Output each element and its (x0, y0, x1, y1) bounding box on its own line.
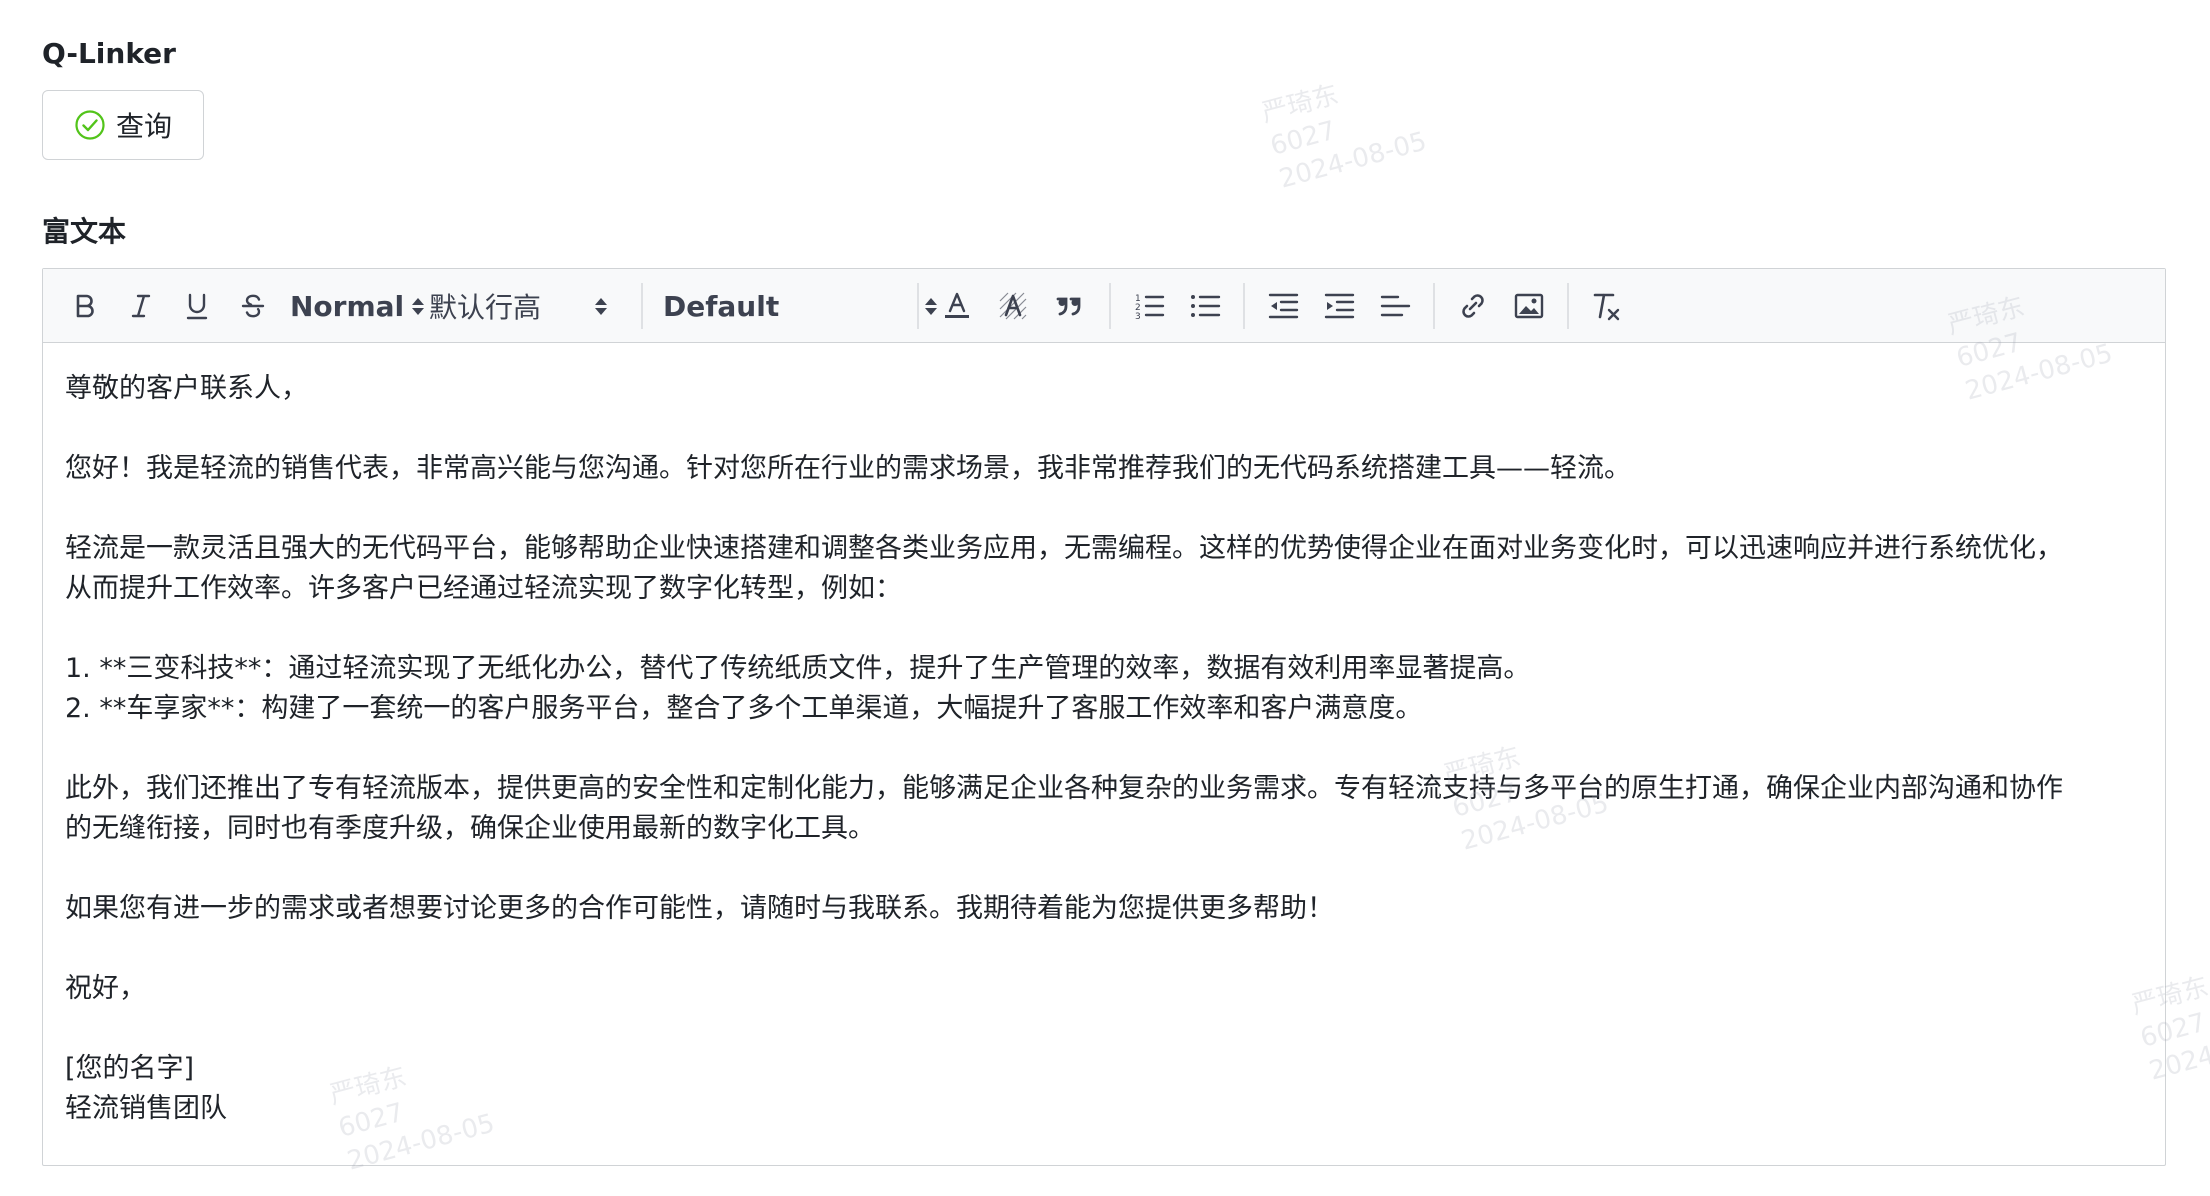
editor-toolbar: Normal 默认行高 Default 123 (43, 269, 2165, 343)
paragraph-private-line1: 此外，我们还推出了专有轻流版本，提供更高的安全性和定制化能力，能够满足企业各种复… (65, 773, 2063, 804)
toolbar-divider (1567, 283, 1569, 329)
line-height-select[interactable]: 默认行高 (429, 281, 607, 331)
paragraph-intro: 您好！我是轻流的销售代表，非常高兴能与您沟通。针对您所在行业的需求场景，我非常推… (65, 453, 1631, 484)
bullet-list-icon[interactable] (1185, 286, 1225, 326)
link-icon[interactable] (1453, 286, 1493, 326)
paragraph-contact: 如果您有进一步的需求或者想要讨论更多的合作可能性，请随时与我联系。我期待着能为您… (65, 893, 1334, 924)
watermark-id: 6027 (1267, 115, 1339, 162)
svg-text:3: 3 (1135, 312, 1141, 321)
background-color-icon[interactable] (993, 286, 1033, 326)
header-select-value: Normal (290, 289, 405, 323)
outdent-icon[interactable] (1263, 286, 1303, 326)
font-color-icon[interactable] (937, 286, 977, 326)
toolbar-divider (1243, 283, 1245, 329)
list-item: 2. **车享家**：构建了一套统一的客户服务平台，整合了多个工单渠道，大幅提升… (65, 693, 1423, 724)
font-select[interactable]: Default (663, 281, 937, 331)
clear-format-icon[interactable] (1587, 286, 1627, 326)
line-height-select-value: 默认行高 (429, 291, 542, 324)
strikethrough-icon[interactable] (233, 286, 273, 326)
qlinker-label: Q-Linker (42, 37, 176, 70)
list-item: 1. **三变科技**：通过轻流实现了无纸化办公，替代了传统纸质文件，提升了生产… (65, 653, 1531, 684)
toolbar-divider (1433, 283, 1435, 329)
watermark-date: 2024-08-05 (1276, 126, 1430, 195)
query-button-label: 查询 (115, 110, 172, 143)
select-caret-icon (412, 297, 425, 315)
paragraph-platform-line1: 轻流是一款灵活且强大的无代码平台，能够帮助企业快速搭建和调整各类业务应用，无需编… (65, 533, 2063, 564)
query-button[interactable]: 查询 (42, 90, 204, 160)
image-icon[interactable] (1509, 286, 1549, 326)
closing-text: 祝好， (65, 973, 146, 1004)
bold-icon[interactable] (65, 286, 105, 326)
ordered-list-icon[interactable]: 123 (1129, 286, 1169, 326)
rich-text-editor[interactable]: Normal 默认行高 Default 123 尊敬的客户联系人， 您好！我是轻… (42, 268, 2166, 1166)
greeting-text: 尊敬的客户联系人， (65, 373, 308, 404)
toolbar-divider (1109, 283, 1111, 329)
select-caret-icon (925, 297, 937, 315)
underline-icon[interactable] (177, 286, 217, 326)
richtext-label: 富文本 (42, 215, 127, 248)
editor-content[interactable]: 尊敬的客户联系人， 您好！我是轻流的销售代表，非常高兴能与您沟通。针对您所在行业… (65, 369, 2143, 1129)
select-caret-icon (595, 297, 607, 315)
header-select[interactable]: Normal (290, 281, 425, 331)
watermark-name: 严琦东 (1258, 79, 1342, 129)
align-left-icon[interactable] (1375, 286, 1415, 326)
italic-icon[interactable] (121, 286, 161, 326)
font-select-value: Default (663, 289, 780, 323)
paragraph-private-line2: 的无缝衔接，同时也有季度升级，确保企业使用最新的数字化工具。 (65, 813, 875, 844)
check-circle-icon (74, 109, 106, 141)
paragraph-platform-line2: 从而提升工作效率。许多客户已经通过轻流实现了数字化转型，例如： (65, 573, 902, 604)
toolbar-divider (641, 283, 643, 329)
indent-icon[interactable] (1319, 286, 1359, 326)
signature-name: [您的名字] (65, 1053, 195, 1084)
toolbar-divider (917, 283, 919, 329)
blockquote-icon[interactable] (1049, 286, 1089, 326)
signature-team: 轻流销售团队 (65, 1093, 227, 1124)
watermark: 严琦东 6027 2024-08-05 (1258, 59, 1430, 197)
